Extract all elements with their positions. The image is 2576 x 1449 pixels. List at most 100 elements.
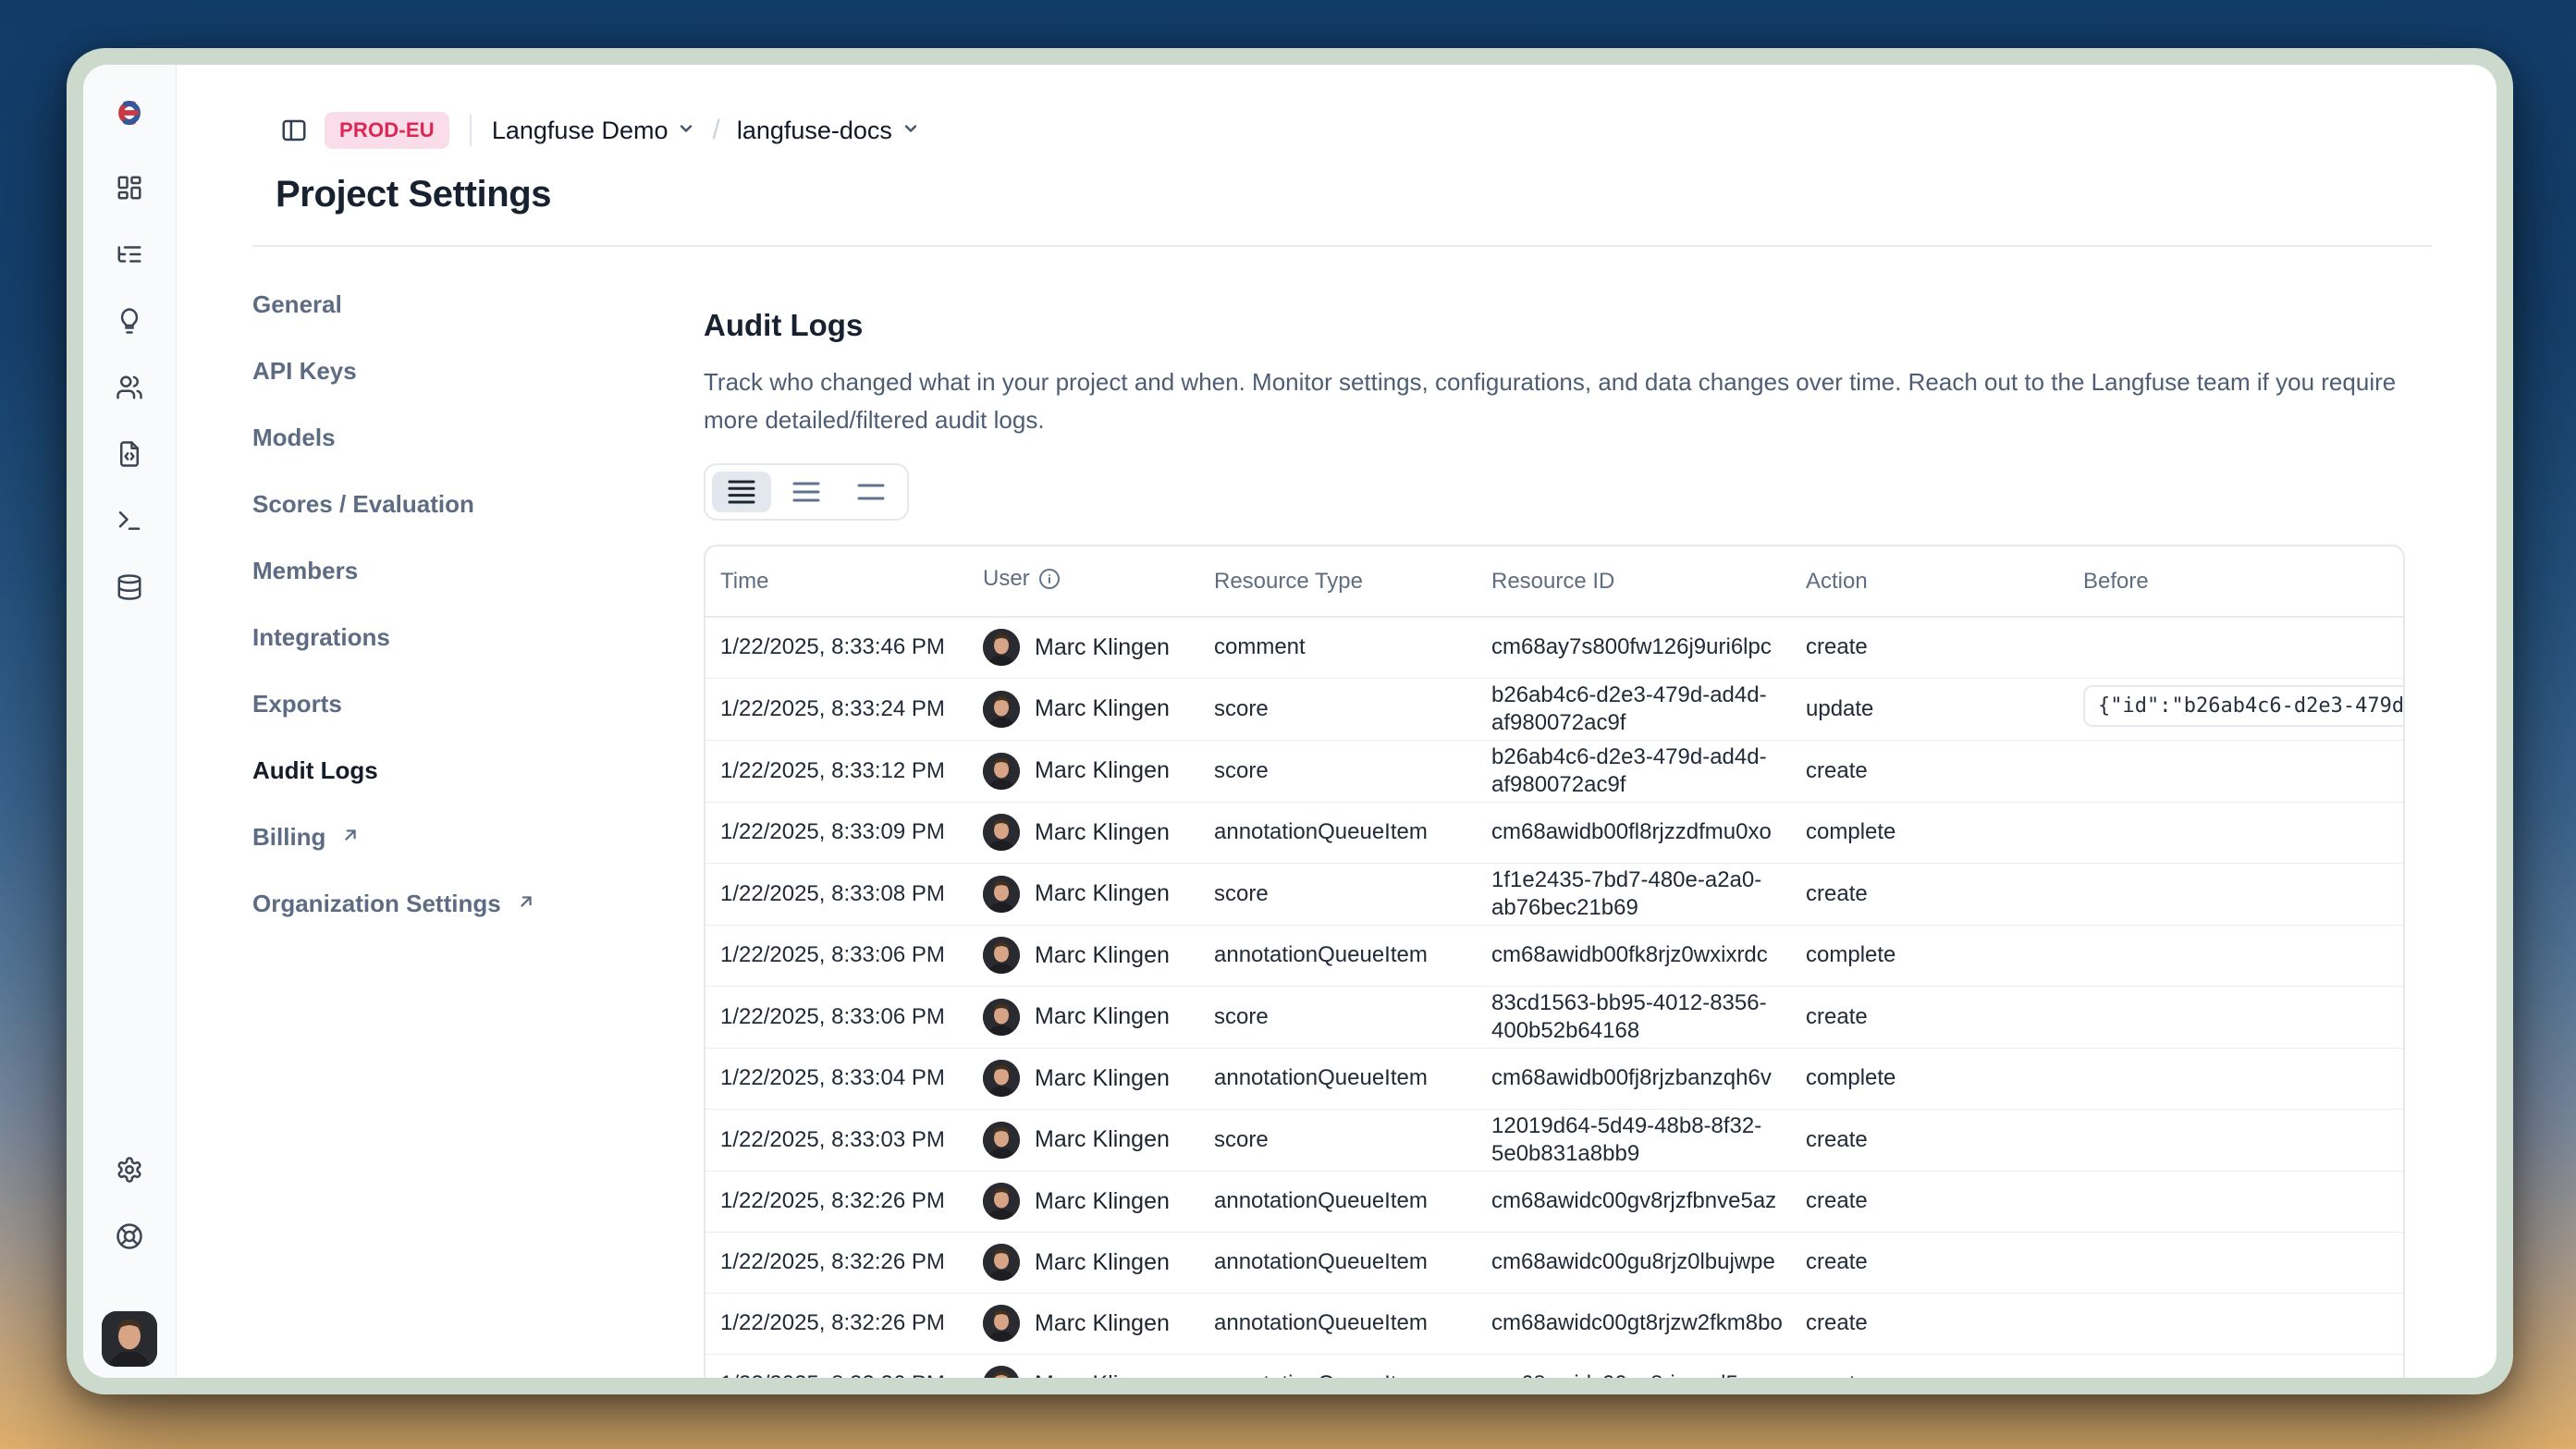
cell-action: complete <box>1806 925 2083 986</box>
dashboard-icon[interactable] <box>116 174 143 202</box>
audit-log-row: 1/22/2025, 8:33:09 PMMarc Klingenannotat… <box>705 802 2403 863</box>
before-json-chip[interactable]: {"id":"b26ab4c6-d2e3-479d-a <box>2083 685 2405 727</box>
cell-user: Marc Klingen <box>983 802 1214 863</box>
rows-relaxed-button[interactable] <box>841 472 901 512</box>
settings-nav-item-audit-logs[interactable]: Audit Logs <box>252 755 704 785</box>
audit-log-row: 1/22/2025, 8:33:46 PMMarc Klingencomment… <box>705 617 2403 678</box>
cell-action: update <box>1806 678 2083 740</box>
cell-before <box>2083 1048 2403 1109</box>
cell-action: complete <box>1806 1048 2083 1109</box>
cell-action: create <box>1806 617 2083 678</box>
cell-before <box>2083 740 2403 802</box>
col-header-resource-id: Resource ID <box>1491 546 1806 617</box>
cell-resource-id: cm68ay7s800fw126j9uri6lpc <box>1491 617 1806 678</box>
cell-time: 1/22/2025, 8:33:04 PM <box>705 1048 983 1109</box>
users-icon[interactable] <box>116 374 143 401</box>
row-density-toggle-group <box>704 463 909 521</box>
settings-nav-item-billing[interactable]: Billing <box>252 822 704 852</box>
settings-nav-item-general[interactable]: General <box>252 289 704 319</box>
user-avatar[interactable] <box>102 1311 157 1367</box>
cell-user: Marc Klingen <box>983 678 1214 740</box>
settings-nav-item-models[interactable]: Models <box>252 423 704 452</box>
cell-action: create <box>1806 1109 2083 1171</box>
settings-nav-item-organization-settings[interactable]: Organization Settings <box>252 889 704 918</box>
cell-resource-id: cm68awidb00fl8rjzzdfmu0xo <box>1491 802 1806 863</box>
row-user-avatar <box>983 1244 1020 1281</box>
project-dropdown[interactable]: langfuse-docs <box>737 117 920 145</box>
row-user-avatar <box>983 753 1020 790</box>
file-code-icon[interactable] <box>116 440 143 468</box>
cell-action: create <box>1806 740 2083 802</box>
app-window: PROD-EU Langfuse Demo / langfuse-docs Pr… <box>83 65 2496 1378</box>
audit-log-row: 1/22/2025, 8:32:26 PMMarc Klingenannotat… <box>705 1171 2403 1232</box>
audit-log-row: 1/22/2025, 8:33:04 PMMarc Klingenannotat… <box>705 1048 2403 1109</box>
cell-before <box>2083 1354 2403 1378</box>
cell-resource-type: score <box>1214 863 1491 925</box>
audit-log-row: 1/22/2025, 8:33:08 PMMarc Klingenscore1f… <box>705 863 2403 925</box>
cell-time: 1/22/2025, 8:32:26 PM <box>705 1354 983 1378</box>
terminal-icon[interactable] <box>116 507 143 534</box>
settings-nav-item-members[interactable]: Members <box>252 556 704 585</box>
audit-log-row: 1/22/2025, 8:33:24 PMMarc Klingenscoreb2… <box>705 678 2403 740</box>
audit-log-row: 1/22/2025, 8:33:12 PMMarc Klingenscoreb2… <box>705 740 2403 802</box>
row-user-avatar <box>983 629 1020 666</box>
settings-nav-label: Members <box>252 556 358 585</box>
external-link-icon <box>340 822 361 852</box>
audit-log-row: 1/22/2025, 8:33:06 PMMarc Klingenannotat… <box>705 925 2403 986</box>
cell-resource-type: comment <box>1214 617 1491 678</box>
settings-nav-item-scores-evaluation[interactable]: Scores / Evaluation <box>252 489 704 519</box>
langfuse-logo-icon[interactable] <box>113 96 146 128</box>
col-header-user: User <box>983 546 1214 617</box>
cell-resource-type: annotationQueueItem <box>1214 1354 1491 1378</box>
cell-resource-id: b26ab4c6-d2e3-479d-ad4d-af980072ac9f <box>1491 740 1806 802</box>
panel-left-toggle-icon[interactable] <box>280 117 308 144</box>
settings-content: Audit Logs Track who changed what in you… <box>704 247 2432 1378</box>
cell-action: create <box>1806 1171 2083 1232</box>
cell-action: create <box>1806 1232 2083 1293</box>
cell-before <box>2083 863 2403 925</box>
lifebuoy-icon[interactable] <box>116 1222 143 1250</box>
cell-time: 1/22/2025, 8:33:46 PM <box>705 617 983 678</box>
settings-gear-icon[interactable] <box>116 1156 143 1184</box>
cell-action: create <box>1806 863 2083 925</box>
audit-log-row: 1/22/2025, 8:33:03 PMMarc Klingenscore12… <box>705 1109 2403 1171</box>
cell-before <box>2083 986 2403 1048</box>
audit-log-row: 1/22/2025, 8:32:26 PMMarc Klingenannotat… <box>705 1354 2403 1378</box>
cell-action: complete <box>1806 802 2083 863</box>
rows-dense-button[interactable] <box>712 472 771 512</box>
cell-before <box>2083 802 2403 863</box>
rows-medium-button[interactable] <box>777 472 836 512</box>
cell-before: {"id":"b26ab4c6-d2e3-479d-a <box>2083 678 2403 740</box>
row-user-name: Marc Klingen <box>1035 1249 1170 1276</box>
settings-nav-label: Scores / Evaluation <box>252 489 474 519</box>
cell-user: Marc Klingen <box>983 1109 1214 1171</box>
row-user-name: Marc Klingen <box>1035 1126 1170 1153</box>
cell-resource-type: annotationQueueItem <box>1214 1293 1491 1354</box>
cell-time: 1/22/2025, 8:32:26 PM <box>705 1171 983 1232</box>
org-dropdown[interactable]: Langfuse Demo <box>492 117 696 145</box>
cell-user: Marc Klingen <box>983 863 1214 925</box>
cell-resource-id: 1f1e2435-7bd7-480e-a2a0-ab76bec21b69 <box>1491 863 1806 925</box>
row-user-name: Marc Klingen <box>1035 757 1170 784</box>
lightbulb-icon[interactable] <box>116 307 143 335</box>
cell-user: Marc Klingen <box>983 1354 1214 1378</box>
audit-log-table: Time User Resource Type Resource ID Acti… <box>705 546 2403 1378</box>
settings-nav-item-exports[interactable]: Exports <box>252 689 704 718</box>
cell-user: Marc Klingen <box>983 1171 1214 1232</box>
settings-nav-item-integrations[interactable]: Integrations <box>252 622 704 652</box>
cell-time: 1/22/2025, 8:32:26 PM <box>705 1232 983 1293</box>
environment-badge: PROD-EU <box>325 112 449 149</box>
database-icon[interactable] <box>116 573 143 601</box>
settings-nav-label: Audit Logs <box>252 755 378 785</box>
row-user-avatar <box>983 937 1020 974</box>
cell-resource-type: annotationQueueItem <box>1214 1232 1491 1293</box>
breadcrumb-slash: / <box>712 115 719 146</box>
cell-user: Marc Klingen <box>983 1293 1214 1354</box>
tracing-tree-icon[interactable] <box>116 240 143 268</box>
row-user-name: Marc Klingen <box>1035 1003 1170 1030</box>
chevron-down-icon <box>677 119 695 142</box>
info-icon[interactable] <box>1038 568 1061 596</box>
settings-nav-item-api-keys[interactable]: API Keys <box>252 356 704 386</box>
cell-action: create <box>1806 986 2083 1048</box>
project-name: langfuse-docs <box>737 117 892 145</box>
